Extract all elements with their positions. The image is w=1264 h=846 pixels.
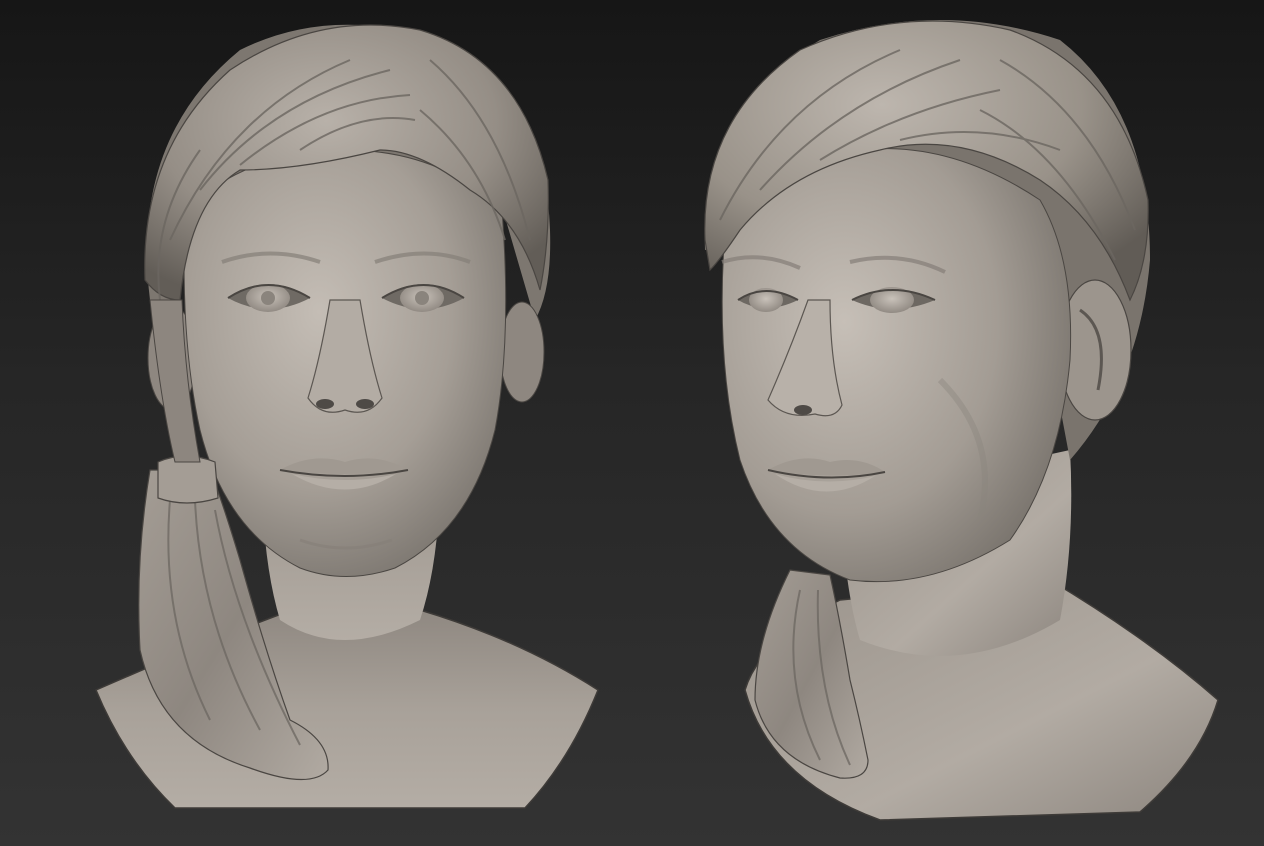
front-bust-right-ear — [499, 301, 545, 403]
render-viewport — [0, 0, 1264, 846]
sculpt-scene — [95, 20, 1219, 821]
three-quarter-bust — [704, 20, 1219, 821]
front-bust — [95, 24, 599, 809]
three-quarter-bust-face — [721, 148, 1072, 583]
front-bust-hair-tie — [157, 455, 219, 504]
